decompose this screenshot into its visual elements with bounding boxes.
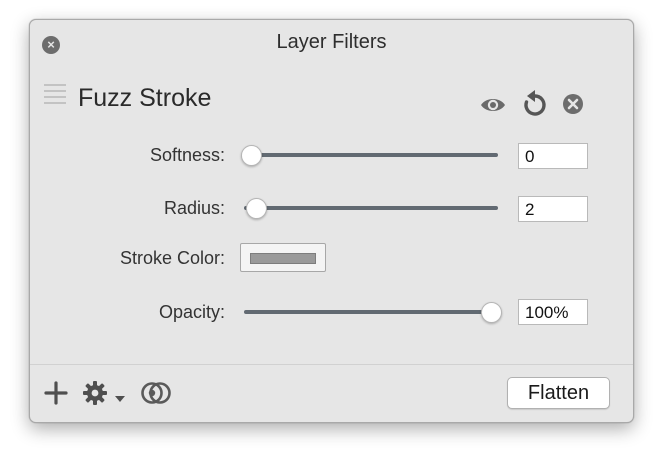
chevron-down-icon[interactable] xyxy=(114,390,126,408)
opacity-label: Opacity: xyxy=(158,302,225,322)
reset-icon[interactable] xyxy=(522,90,548,116)
add-icon[interactable] xyxy=(44,381,68,410)
softness-slider-thumb[interactable] xyxy=(241,145,262,166)
softness-slider-track xyxy=(244,153,498,157)
softness-field[interactable]: 0 xyxy=(518,143,588,169)
softness-slider[interactable] xyxy=(241,143,498,167)
stroke-color-label: Stroke Color: xyxy=(119,248,225,268)
bottom-toolbar: Flatten xyxy=(30,364,633,422)
window-title: Layer Filters xyxy=(276,31,387,53)
stroke-color-well[interactable] xyxy=(240,243,326,272)
mask-icon[interactable] xyxy=(141,381,171,410)
title-bar[interactable]: × Layer Filters xyxy=(30,20,633,64)
drag-handle-icon[interactable] xyxy=(44,84,66,106)
radius-slider-thumb[interactable] xyxy=(245,198,267,219)
remove-filter-icon[interactable] xyxy=(561,92,587,118)
opacity-field[interactable]: 100% xyxy=(518,299,588,325)
stroke-color-swatch xyxy=(250,253,316,264)
radius-field[interactable]: 2 xyxy=(518,196,588,222)
opacity-slider-thumb[interactable] xyxy=(481,302,502,323)
radius-slider-track xyxy=(244,206,498,210)
layer-filters-window: × Layer Filters Fuzz Stroke Softness: 0 … xyxy=(29,19,634,423)
opacity-slider[interactable] xyxy=(244,300,502,324)
radius-label: Radius: xyxy=(163,198,225,218)
gear-icon[interactable] xyxy=(82,380,108,411)
radius-slider[interactable] xyxy=(244,196,498,220)
eye-icon[interactable] xyxy=(480,92,506,118)
flatten-button[interactable]: Flatten xyxy=(507,377,610,409)
opacity-slider-track xyxy=(244,310,498,314)
softness-label: Softness: xyxy=(149,145,225,165)
filter-name: Fuzz Stroke xyxy=(78,84,212,112)
